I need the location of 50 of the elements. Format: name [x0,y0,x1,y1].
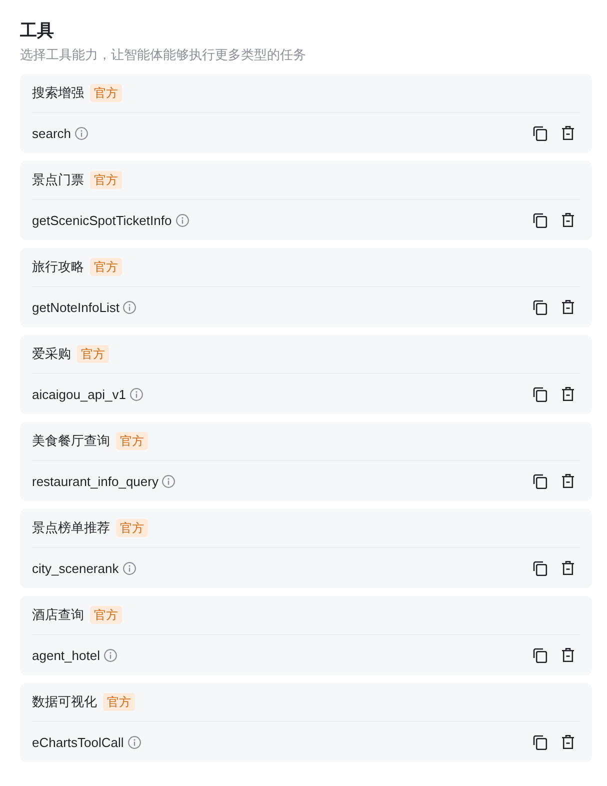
info-icon[interactable] [130,388,143,400]
tool-name: getNoteInfoList [32,300,120,314]
copy-icon[interactable] [532,473,548,489]
official-badge: 官方 [103,693,135,711]
tool-name: getScenicSpotTicketInfo [32,212,172,228]
tool-title: 数据可视化 [32,693,97,711]
copy-icon[interactable] [532,212,548,228]
tool-title: 酒店查询 [32,606,84,624]
official-badge: 官方 [90,258,122,276]
info-icon[interactable] [122,562,136,574]
copy-icon[interactable] [532,125,548,141]
copy-icon[interactable] [532,734,548,750]
tool-title: 旅行攻略 [32,258,84,276]
trash-icon[interactable] [560,473,576,489]
info-icon[interactable] [123,300,136,314]
copy-icon[interactable] [532,560,548,576]
tool-name: agent_hotel [32,648,100,662]
info-icon[interactable] [75,126,88,140]
copy-icon[interactable] [532,386,548,402]
tool-title: 美食餐厅查询 [32,432,110,450]
trash-icon[interactable] [560,734,576,750]
official-badge: 官方 [116,519,148,537]
trash-icon[interactable] [560,125,576,141]
tool-title: 爱采购 [32,345,71,363]
tool-name: restaurant_info_query [32,474,158,488]
trash-icon[interactable] [560,386,576,402]
tool-title: 搜索增强 [32,84,84,102]
info-icon[interactable] [162,474,176,488]
tool-name: aicaigou_api_v1 [32,386,126,402]
tool-name: eChartsToolCall [32,734,124,750]
tool-name: city_scenerank [32,560,119,576]
official-badge: 官方 [90,171,122,189]
official-badge: 官方 [90,84,122,102]
section-title: 工具 [20,20,54,42]
copy-icon[interactable] [532,299,548,315]
official-badge: 官方 [90,606,122,624]
info-icon[interactable] [104,648,117,662]
tool-title: 景点门票 [32,171,84,189]
tool-name: search [32,126,72,140]
official-badge: 官方 [116,432,148,450]
tool-title: 景点榜单推荐 [32,519,110,537]
official-badge: 官方 [77,345,109,363]
section-subtitle: 选择工具能力，让智能体能够执行更多类型的任务 [20,46,306,64]
trash-icon[interactable] [560,560,576,576]
info-icon[interactable] [176,214,189,226]
trash-icon[interactable] [560,647,576,663]
trash-icon[interactable] [560,212,576,228]
copy-icon[interactable] [532,647,548,663]
trash-icon[interactable] [560,299,576,315]
info-icon[interactable] [128,736,141,748]
